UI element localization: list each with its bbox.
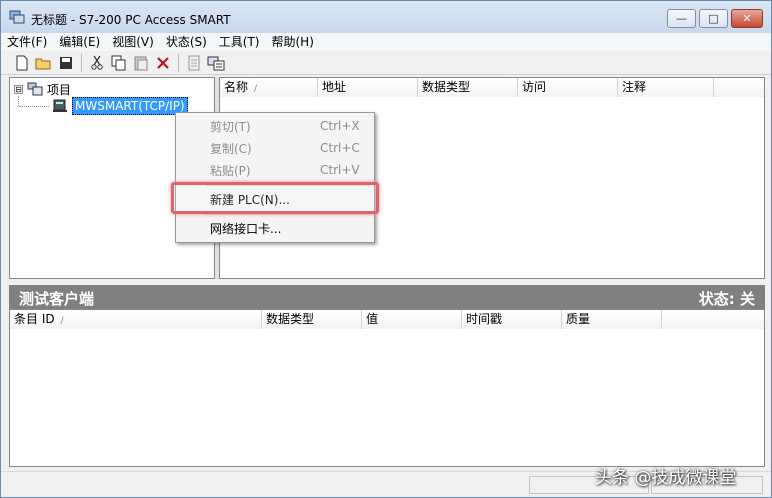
client-item-list[interactable]: 条目 ID / 数据类型 值 时间戳 质量 — [9, 309, 765, 467]
title-bar[interactable]: 无标题 - S7-200 PC Access SMART — □ ✕ — [1, 1, 771, 33]
column-header-quality[interactable]: 质量 — [562, 310, 662, 329]
item-list-header: 名称 / 地址 数据类型 访问 注释 — [220, 78, 764, 97]
client-list-header: 条目 ID / 数据类型 值 时间戳 质量 — [10, 310, 764, 329]
menu-view[interactable]: 视图(V) — [106, 33, 160, 51]
menu-item-paste[interactable]: 粘贴(P) Ctrl+V — [178, 159, 372, 181]
save-icon[interactable] — [55, 52, 77, 74]
window-title: 无标题 - S7-200 PC Access SMART — [31, 13, 231, 27]
delete-icon[interactable] — [152, 52, 174, 74]
paste-icon[interactable] — [130, 52, 152, 74]
column-header-value[interactable]: 值 — [362, 310, 462, 329]
tree-item-plc[interactable]: MWSMART(TCP/IP) — [52, 97, 188, 115]
column-header-comment[interactable]: 注释 — [618, 78, 714, 97]
app-window: 无标题 - S7-200 PC Access SMART — □ ✕ 文件(F)… — [0, 0, 772, 498]
column-header-name[interactable]: 名称 / — [220, 78, 318, 97]
tree-item-plc-label: MWSMART(TCP/IP) — [72, 97, 188, 115]
column-header-filler — [662, 310, 764, 329]
toolbar-separator — [178, 53, 179, 72]
maximize-button[interactable]: □ — [699, 9, 728, 28]
new-file-icon[interactable] — [11, 52, 33, 74]
copy-icon[interactable] — [108, 52, 130, 74]
column-header-item-id[interactable]: 条目 ID / — [10, 310, 262, 329]
sort-indicator-icon: / — [254, 84, 258, 94]
watermark: 头条 @技成微课堂 — [595, 468, 737, 488]
plc-icon[interactable] — [205, 52, 227, 74]
menu-item-network-card[interactable]: 网络接口卡... — [178, 217, 372, 239]
highlight-annotation — [171, 182, 379, 214]
toolbar-separator — [81, 53, 82, 72]
column-header-timestamp[interactable]: 时间戳 — [462, 310, 562, 329]
column-header-address[interactable]: 地址 — [318, 78, 418, 97]
column-header-data-type[interactable]: 数据类型 — [418, 78, 518, 97]
menu-item-cut[interactable]: 剪切(T) Ctrl+X — [178, 115, 372, 137]
context-menu: 剪切(T) Ctrl+X 复制(C) Ctrl+C 粘贴(P) Ctrl+V 新… — [175, 112, 375, 243]
sort-indicator-icon: / — [60, 316, 64, 326]
close-button[interactable]: ✕ — [731, 9, 763, 28]
menu-help[interactable]: 帮助(H) — [266, 33, 320, 51]
menu-edit[interactable]: 编辑(E) — [53, 33, 106, 51]
menu-bar: 文件(F) 编辑(E) 视图(V) 状态(S) 工具(T) 帮助(H) — [1, 33, 771, 51]
app-icon — [9, 10, 25, 24]
open-folder-icon[interactable] — [33, 52, 55, 74]
column-header-access[interactable]: 访问 — [518, 78, 618, 97]
menu-tools[interactable]: 工具(T) — [213, 33, 266, 51]
menu-file[interactable]: 文件(F) — [1, 33, 53, 51]
plc-icon — [53, 99, 67, 112]
menu-status[interactable]: 状态(S) — [160, 33, 213, 51]
column-header-filler — [714, 78, 764, 97]
tree-connector — [19, 106, 49, 107]
properties-icon[interactable] — [183, 52, 205, 74]
menu-separator — [206, 214, 370, 215]
column-header-data-type[interactable]: 数据类型 — [262, 310, 362, 329]
test-client-status: 状态: 关 — [698, 290, 755, 308]
project-icon — [27, 82, 43, 96]
tree-collapse-icon[interactable]: ⊟ — [14, 84, 23, 94]
test-client-bar: 测试客户端 状态: 关 — [9, 285, 765, 309]
cut-icon[interactable] — [86, 52, 108, 74]
test-client-title: 测试客户端 — [19, 290, 95, 308]
toolbar — [1, 51, 771, 75]
tree-root-label: 项目 — [47, 82, 72, 97]
tree-root-project[interactable]: ⊟ 项目 — [14, 81, 71, 97]
minimize-button[interactable]: — — [667, 9, 696, 28]
tree-connector — [18, 96, 19, 106]
menu-item-copy[interactable]: 复制(C) Ctrl+C — [178, 137, 372, 159]
